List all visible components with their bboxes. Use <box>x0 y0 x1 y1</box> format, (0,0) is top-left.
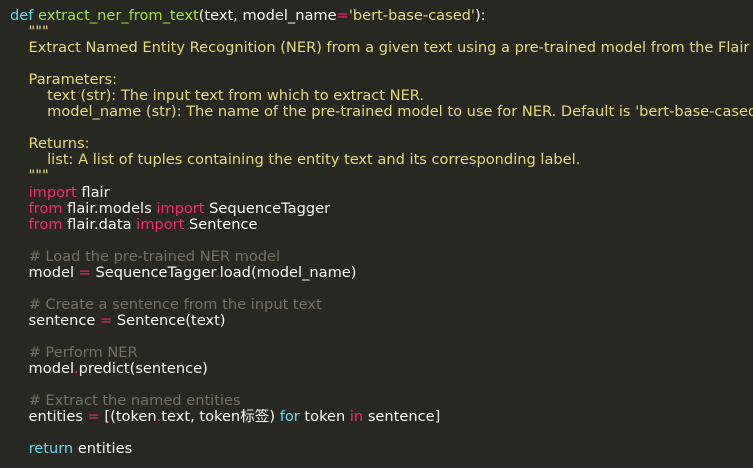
keyword-token: for <box>279 409 300 426</box>
operator-token: = <box>99 312 113 329</box>
code-text: predict(sentence) <box>78 361 208 378</box>
code-text: flair.data <box>62 216 137 233</box>
code-text: text, token标签) <box>161 409 280 426</box>
code-line: Extract Named Entity Recognition (NER) f… <box>10 40 753 56</box>
code-text: load(model_name) <box>219 264 357 281</box>
function-name-token: extract_ner_from_text <box>38 8 199 24</box>
code-line: model.predict(sentence) <box>10 361 753 377</box>
string-token: list: A list of tuples containing the en… <box>10 152 581 169</box>
code-text: Sentence(text) <box>112 312 226 329</box>
code-text: flair.models <box>62 200 157 217</box>
keyword-token: def <box>10 8 34 24</box>
code-text: model <box>10 264 79 281</box>
operator-token: import <box>156 200 205 217</box>
code-line: """ <box>10 168 753 184</box>
code-text: [(token <box>99 409 157 426</box>
operator-token: = <box>336 8 349 24</box>
operator-token: = <box>78 264 91 281</box>
code-line: def extract_ner_from_text(text, model_na… <box>10 8 753 24</box>
string-token: text (str): The input text from which to… <box>10 88 425 105</box>
code-line: text (str): The input text from which to… <box>10 88 753 104</box>
code-line: Returns: <box>10 136 753 152</box>
code-text: (text, model_name <box>198 8 337 24</box>
operator-token: from <box>28 216 63 233</box>
string-token: 'bert-base-cased' <box>348 8 475 24</box>
code-line: from flair.data import Sentence <box>10 217 753 233</box>
code-text: flair <box>76 184 110 201</box>
operator-token: from <box>28 200 63 217</box>
code-line: # Extract the named entities <box>10 393 753 409</box>
comment-token: # Extract the named entities <box>28 393 241 410</box>
code-line: sentence = Sentence(text) <box>10 313 753 329</box>
code-line: model = SequenceTagger.load(model_name) <box>10 265 753 281</box>
code-line: # Load the pre-trained NER model <box>10 249 753 265</box>
code-text: token <box>299 409 350 426</box>
code-line: model_name (str): The name of the pre-tr… <box>10 104 753 120</box>
code-line: list: A list of tuples containing the en… <box>10 152 753 168</box>
operator-token: = <box>87 409 100 426</box>
code-line: return entities <box>10 441 753 457</box>
code-line: """ <box>10 24 753 40</box>
code-line: # Perform NER <box>10 345 753 361</box>
code-text: ): <box>474 8 486 24</box>
code-text: Sentence <box>184 216 258 233</box>
code-line: from flair.models import SequenceTagger <box>10 201 753 217</box>
code-editor[interactable]: def extract_ner_from_text(text, model_na… <box>0 0 753 468</box>
code-text: SequenceTagger <box>90 264 216 281</box>
string-token: Returns: <box>10 136 90 153</box>
code-text: entities <box>73 441 133 458</box>
comment-token: # Perform NER <box>28 344 138 361</box>
keyword-token: return <box>28 441 74 458</box>
code-line: Parameters: <box>10 72 753 88</box>
operator-token: import <box>136 216 185 233</box>
string-token: Parameters: <box>10 72 118 89</box>
code-line: entities = [(token.text, token标签) for to… <box>10 409 753 425</box>
string-token: model_name (str): The name of the pre-tr… <box>10 104 753 121</box>
code-line: import flair <box>10 185 753 201</box>
operator-token: import <box>28 184 77 201</box>
operator-token: in <box>349 409 364 426</box>
string-token: """ <box>10 168 49 185</box>
code-line: # Create a sentence from the input text <box>10 297 753 313</box>
comment-token: # Create a sentence from the input text <box>28 296 322 313</box>
code-text: sentence] <box>363 409 441 426</box>
code-text: SequenceTagger <box>204 200 331 217</box>
string-token: """ <box>10 24 49 41</box>
code-text: entities <box>10 409 88 426</box>
code-text: sentence <box>10 312 100 329</box>
comment-token: # Load the pre-trained NER model <box>28 248 281 265</box>
code-text: model <box>10 361 74 378</box>
string-token: Extract Named Entity Recognition (NER) f… <box>10 40 753 57</box>
